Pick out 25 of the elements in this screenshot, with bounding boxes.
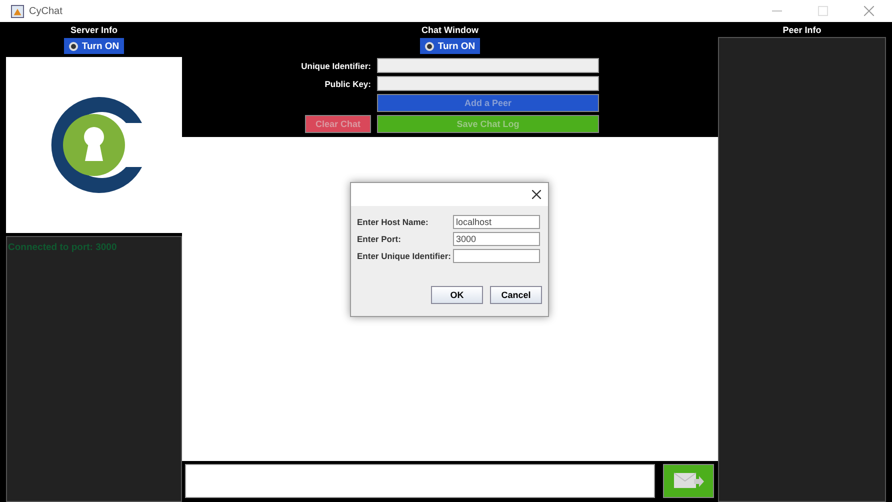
field-label: Enter Port: <box>357 234 402 244</box>
input-field[interactable]: localhost <box>453 215 540 229</box>
ok-button[interactable]: OK <box>431 286 483 304</box>
panel-title: Server Info <box>70 24 118 37</box>
turn-on-radio[interactable]: Turn ON <box>420 38 480 54</box>
field-label: Enter Host Name: <box>357 217 430 227</box>
close-icon[interactable] <box>532 190 541 199</box>
input-field[interactable] <box>377 76 599 91</box>
input-field[interactable]: 3000 <box>453 232 540 246</box>
maximize-icon[interactable] <box>818 6 828 16</box>
input-field[interactable] <box>453 249 540 263</box>
turn-on-radio[interactable]: Turn ON <box>64 38 124 54</box>
field-label: Public Key: <box>324 78 371 88</box>
message-input[interactable] <box>185 464 655 498</box>
connection-status-text: Connected to port: 3000 <box>7 241 118 254</box>
field-label: Unique Identifier: <box>301 60 371 70</box>
app-icon <box>11 4 24 18</box>
input-field[interactable] <box>377 58 599 73</box>
cancel-button[interactable]: Cancel <box>490 286 542 304</box>
window-title: CyChat <box>29 6 62 16</box>
panel-title: Chat Window <box>422 24 478 37</box>
field-label: Enter Unique Identifier: <box>357 251 452 261</box>
send-mail-icon <box>674 472 704 490</box>
send-button[interactable] <box>663 464 714 498</box>
panel-title: Peer Info <box>782 24 822 37</box>
